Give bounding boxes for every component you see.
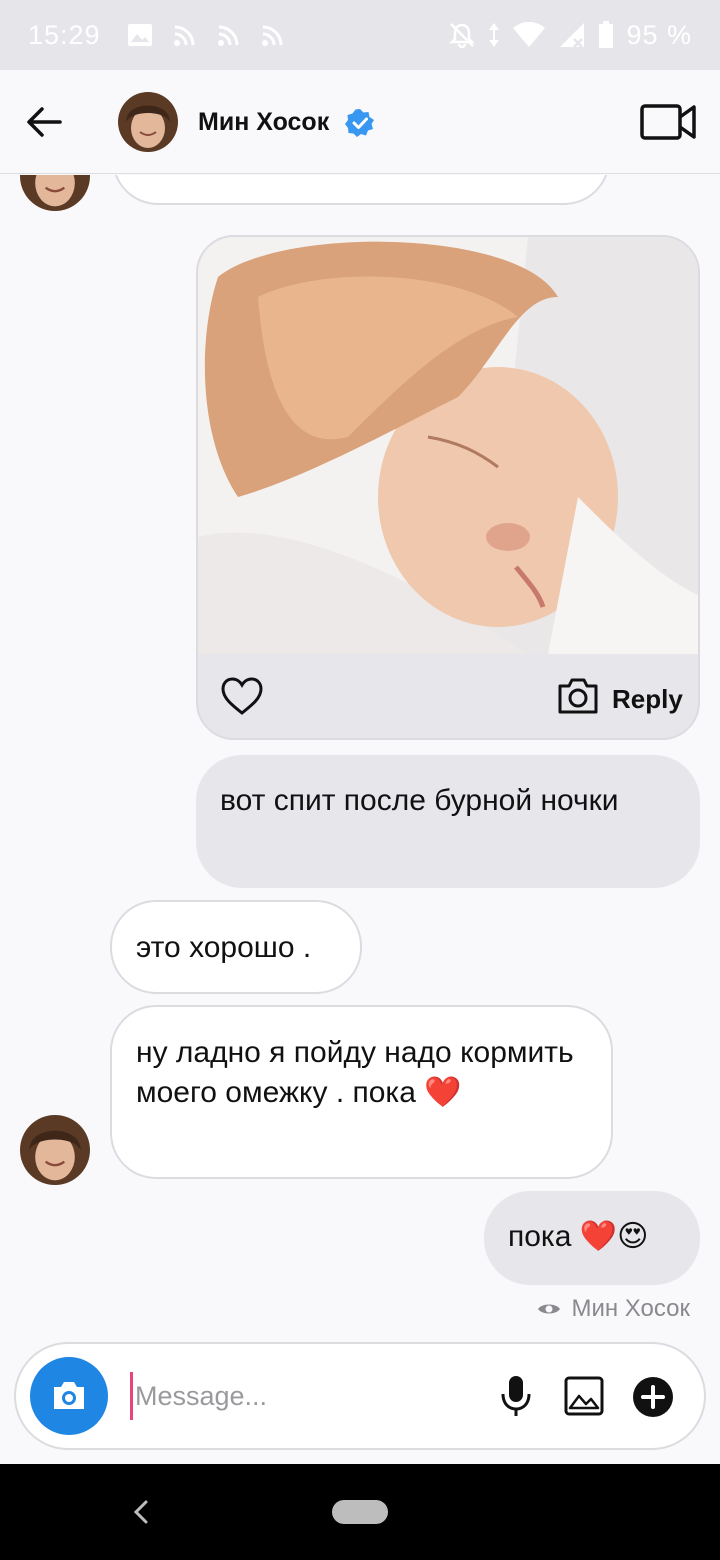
cast-icon (173, 25, 195, 46)
photo-actions-bar: Reply (198, 654, 698, 738)
heart-icon[interactable] (220, 676, 264, 716)
heart-emoji: ❤️ (424, 1076, 462, 1109)
contact-name[interactable]: Мин Хосок (198, 108, 329, 137)
message-text: ну ладно я пойду надо кормить моего омеж… (136, 1036, 574, 1109)
wifi-icon (513, 22, 546, 47)
camera-reply-icon[interactable] (556, 676, 600, 716)
seen-by-name: Мин Хосок (571, 1295, 690, 1322)
message-bubble-outgoing[interactable]: пока ❤️😍 (484, 1191, 700, 1285)
gallery-icon[interactable] (564, 1376, 604, 1416)
add-icon[interactable] (632, 1376, 674, 1418)
photo-message[interactable]: Reply (196, 235, 700, 740)
video-call-icon[interactable] (640, 102, 696, 142)
battery-icon (599, 21, 614, 48)
status-bar: 15:29 95 % (0, 0, 720, 70)
navigation-bar (0, 1464, 720, 1560)
verified-badge-icon (345, 109, 374, 137)
home-pill[interactable] (332, 1500, 388, 1524)
notifications-off-icon (449, 23, 476, 49)
image-icon (127, 24, 152, 46)
message-list[interactable]: Reply вот спит после бурной ночки это хо… (0, 175, 720, 1340)
message-input[interactable] (130, 1372, 490, 1420)
message-text: это хорошо . (136, 931, 312, 964)
camera-icon (54, 1382, 84, 1409)
signal-icon (560, 23, 585, 48)
message-text: вот спит после бурной ночки (220, 784, 619, 817)
message-bubble-incoming[interactable]: ну ладно я пойду надо кормить моего омеж… (110, 1005, 613, 1179)
message-bubble-outgoing[interactable]: вот спит после бурной ночки (196, 755, 700, 888)
avatar[interactable] (118, 92, 178, 152)
status-icons-right: 95 % (448, 20, 692, 51)
microphone-icon[interactable] (498, 1374, 534, 1418)
cast-icon (261, 25, 283, 46)
back-arrow-icon[interactable] (24, 102, 64, 142)
chat-header: Мин Хосок (0, 70, 720, 174)
nav-back-icon[interactable] (128, 1496, 152, 1528)
reply-button[interactable]: Reply (612, 684, 683, 715)
avatar[interactable] (20, 1115, 90, 1185)
data-arrows-icon (489, 23, 500, 47)
seen-indicator: Мин Хосок (537, 1295, 690, 1323)
eye-icon (538, 1304, 561, 1314)
battery-level: 95 % (626, 19, 692, 50)
status-icons-left (127, 23, 285, 47)
emoji: ❤️😍 (579, 1220, 649, 1253)
status-time: 15:29 (28, 19, 101, 50)
message-bubble-incoming[interactable]: это хорошо . (110, 900, 362, 994)
message-text: пока (508, 1220, 572, 1253)
camera-button[interactable] (30, 1357, 108, 1435)
shared-photo[interactable] (198, 237, 698, 654)
message-composer (14, 1342, 706, 1450)
avatar[interactable] (20, 175, 90, 211)
message-bubble-incoming[interactable] (112, 175, 610, 205)
cast-icon (217, 25, 239, 46)
